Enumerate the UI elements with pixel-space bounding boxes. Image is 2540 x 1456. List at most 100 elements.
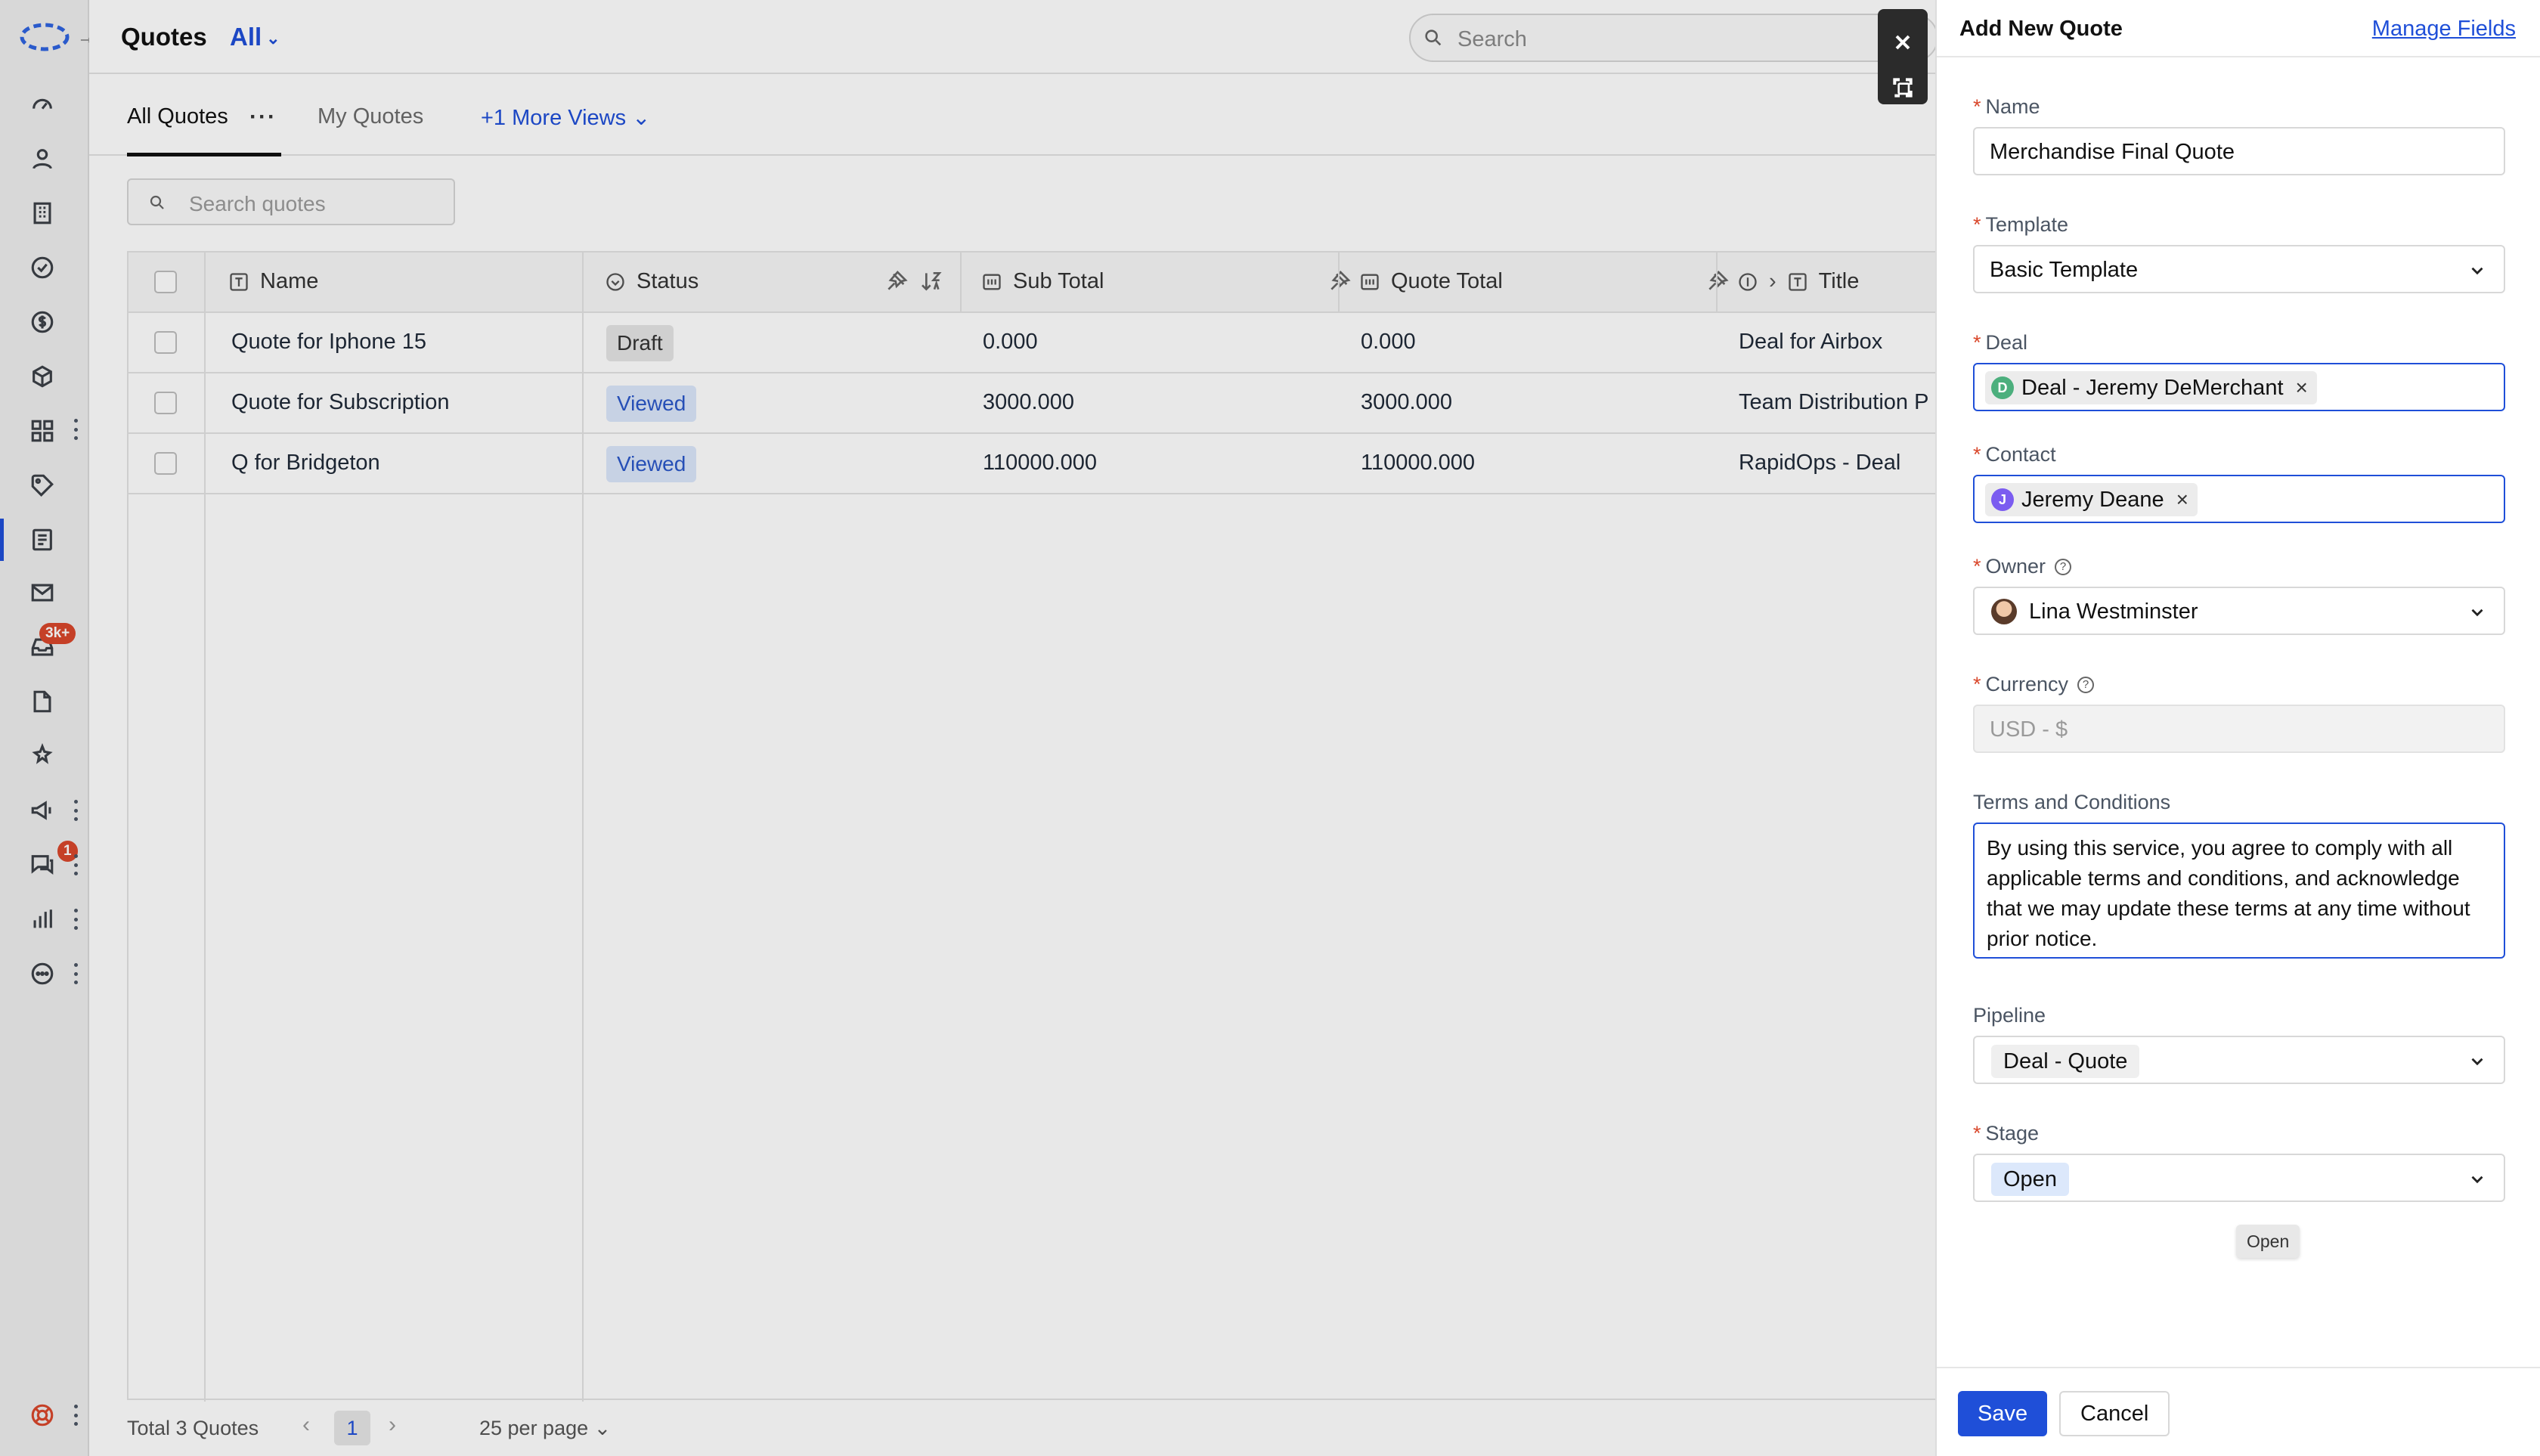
column-title[interactable]: › Title (1737, 269, 1859, 294)
help-more-icon[interactable] (71, 1405, 80, 1426)
owner-select[interactable]: Lina Westminster (1973, 587, 2505, 635)
row-checkbox[interactable] (154, 392, 177, 414)
select-all-checkbox[interactable] (154, 271, 177, 293)
reports-icon[interactable] (26, 903, 59, 936)
template-select[interactable]: Basic Template (1973, 245, 2505, 293)
unpin-column-icon[interactable] (1327, 269, 1352, 293)
row-checkbox[interactable] (154, 452, 177, 475)
view-filter-dropdown[interactable]: All ⌄ (230, 23, 280, 51)
more-menu-icon[interactable] (71, 963, 80, 984)
save-button[interactable]: Save (1958, 1391, 2048, 1436)
help-icon[interactable] (26, 1399, 59, 1432)
quote-total-cell: 3000.000 (1361, 390, 1452, 414)
deal-title-cell[interactable]: Team Distribution P (1739, 390, 1928, 415)
expand-icon[interactable] (1891, 76, 1915, 100)
stage-label: * Stage (1973, 1122, 2039, 1145)
contacts-icon[interactable] (26, 142, 59, 175)
quotes-table: Name Status Sub Total Quote Total › Titl… (127, 251, 1941, 1402)
unpin-column-icon[interactable] (884, 269, 909, 293)
tab-options-icon[interactable]: ··· (249, 104, 277, 130)
campaigns-more-icon[interactable] (71, 800, 80, 821)
help-icon[interactable]: ? (2055, 558, 2072, 575)
contact-lookup[interactable]: J Jeremy Deane × (1973, 475, 2505, 523)
chat-more-icon[interactable] (71, 854, 80, 875)
stage-tooltip: Open (2236, 1225, 2300, 1258)
deal-label-text: Deal (1985, 331, 2028, 354)
documents-icon[interactable] (26, 685, 59, 718)
deal-title-cell[interactable]: RapidOps - Deal (1739, 451, 1900, 476)
column-title-label: Title (1818, 269, 1860, 293)
chevron-down-icon: ⌄ (593, 1417, 612, 1439)
apps-icon[interactable] (26, 414, 59, 448)
column-sub-total[interactable]: Sub Total (981, 269, 1104, 294)
close-icon[interactable] (1891, 30, 1915, 54)
drawer-footer: Save Cancel (1937, 1367, 2540, 1456)
manage-fields-link[interactable]: Manage Fields (2372, 17, 2516, 42)
email-icon[interactable] (26, 576, 59, 609)
more-views-dropdown[interactable]: +1 More Views ⌄ (481, 104, 650, 131)
search-icon (150, 195, 164, 209)
current-page[interactable]: 1 (334, 1411, 370, 1445)
dashboard-icon[interactable] (26, 88, 59, 121)
app-logo[interactable] (20, 21, 70, 53)
quotes-search-input[interactable]: Search quotes (127, 178, 455, 225)
required-mark: * (1973, 331, 1981, 354)
pipeline-select[interactable]: Deal - Quote (1973, 1036, 2505, 1084)
quotes-search-placeholder: Search quotes (189, 192, 326, 215)
top-bar: Quotes All ⌄ Search (89, 0, 1938, 74)
help-icon[interactable]: ? (2077, 676, 2095, 693)
cancel-button[interactable]: Cancel (2059, 1391, 2170, 1436)
deal-avatar: D (1991, 376, 2014, 399)
quote-name-link[interactable]: Quote for Iphone 15 (231, 330, 426, 355)
name-value: Merchandise Final Quote (1990, 140, 2235, 164)
chat-icon[interactable] (26, 848, 59, 881)
deal-chip: D Deal - Jeremy DeMerchant × (1985, 371, 2317, 404)
deal-lookup[interactable]: D Deal - Jeremy DeMerchant × (1973, 363, 2505, 411)
column-status[interactable]: Status (605, 269, 698, 294)
quote-name-link[interactable]: Quote for Subscription (231, 390, 450, 415)
next-page-icon[interactable]: › (389, 1412, 396, 1438)
unpin-column-icon[interactable] (1705, 269, 1730, 293)
tasks-icon[interactable] (26, 251, 59, 284)
apps-more-icon[interactable] (71, 419, 80, 440)
currency-label: * Currency? (1973, 673, 2095, 696)
name-input[interactable]: Merchandise Final Quote (1973, 127, 2505, 175)
status-badge: Draft (606, 325, 674, 361)
campaigns-icon[interactable] (26, 794, 59, 827)
table-row[interactable]: Quote for Iphone 15 Draft 0.000 0.000 De… (129, 313, 1941, 373)
column-name[interactable]: Name (228, 269, 318, 294)
currency-field: USD - $ (1973, 705, 2505, 753)
reports-more-icon[interactable] (71, 909, 80, 930)
text-field-icon (1789, 272, 1807, 291)
row-checkbox[interactable] (154, 331, 177, 354)
chevron-down-icon (2467, 603, 2487, 622)
tickets-icon[interactable] (26, 469, 59, 502)
automation-icon[interactable] (26, 739, 59, 773)
terms-textarea[interactable]: By using this service, you agree to comp… (1973, 822, 2505, 959)
sort-icon[interactable] (919, 269, 943, 293)
stage-select[interactable]: Open (1973, 1154, 2505, 1202)
tab-my-quotes[interactable]: My Quotes (318, 104, 423, 129)
tab-all-quotes[interactable]: All Quotes (127, 104, 228, 129)
per-page-dropdown[interactable]: 25 per page ⌄ (479, 1417, 611, 1440)
deals-icon[interactable] (26, 305, 59, 339)
contact-label: * Contact (1973, 443, 2056, 466)
global-search-input[interactable]: Search (1409, 14, 1938, 62)
column-quote-total[interactable]: Quote Total (1359, 269, 1503, 294)
remove-contact-icon[interactable]: × (2176, 488, 2188, 512)
products-icon[interactable] (26, 360, 59, 393)
quote-name-link[interactable]: Q for Bridgeton (231, 451, 380, 476)
table-row[interactable]: Quote for Subscription Viewed 3000.000 3… (129, 373, 1941, 434)
sub-total-cell: 110000.000 (983, 451, 1098, 475)
companies-icon[interactable] (26, 197, 59, 230)
remove-deal-icon[interactable]: × (2296, 376, 2308, 400)
table-row[interactable]: Q for Bridgeton Viewed 110000.000 110000… (129, 434, 1941, 494)
quotes-icon[interactable] (0, 519, 59, 561)
stage-value: Open (1991, 1163, 2069, 1196)
total-count: Total 3 Quotes (127, 1417, 259, 1439)
previous-page-icon[interactable]: ‹ (302, 1412, 310, 1438)
chevron-down-icon (2467, 261, 2487, 280)
more-icon[interactable] (26, 957, 59, 990)
name-label-text: Name (1985, 95, 2040, 118)
deal-title-cell[interactable]: Deal for Airbox (1739, 330, 1882, 355)
